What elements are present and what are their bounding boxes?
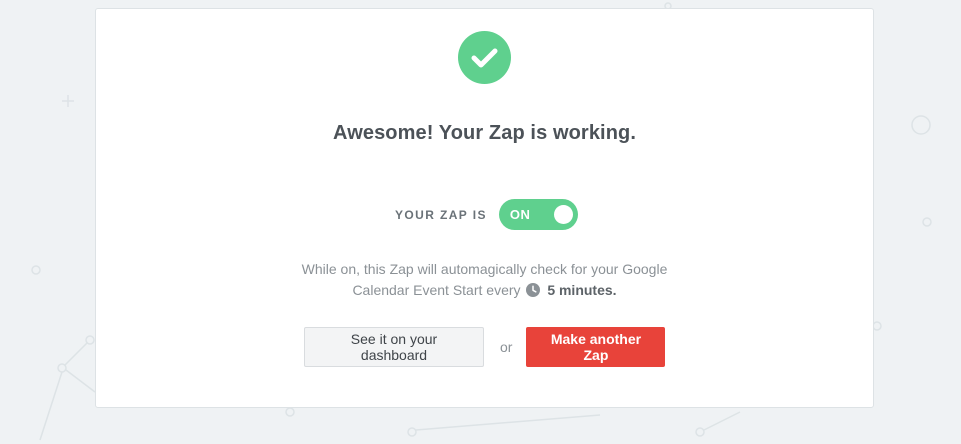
description-line-2: Calendar Event Start every 5 minutes. xyxy=(96,280,873,301)
description-line-1: While on, this Zap will automagically ch… xyxy=(301,261,668,277)
success-card: Awesome! Your Zap is working. YOUR ZAP I… xyxy=(95,8,874,408)
toggle-state-text: ON xyxy=(509,207,531,222)
make-another-zap-button[interactable]: Make another Zap xyxy=(526,327,666,367)
success-headline: Awesome! Your Zap is working. xyxy=(333,122,636,144)
zap-description: While on, this Zap will automagically ch… xyxy=(96,259,873,301)
checkmark-circle-icon xyxy=(458,31,511,84)
or-separator: or xyxy=(500,339,513,355)
clock-icon xyxy=(526,282,541,297)
zap-status-label: YOUR ZAP IS xyxy=(395,207,487,222)
toggle-knob xyxy=(553,205,573,224)
dashboard-button[interactable]: See it on your dashboard xyxy=(304,327,484,367)
zap-on-toggle[interactable]: ON xyxy=(498,199,578,230)
description-line-2-prefix: Calendar Event Start every xyxy=(352,282,521,298)
check-interval: 5 minutes. xyxy=(547,282,617,298)
zap-status-row: YOUR ZAP IS ON xyxy=(395,199,578,230)
action-buttons: See it on your dashboard or Make another… xyxy=(304,327,666,367)
